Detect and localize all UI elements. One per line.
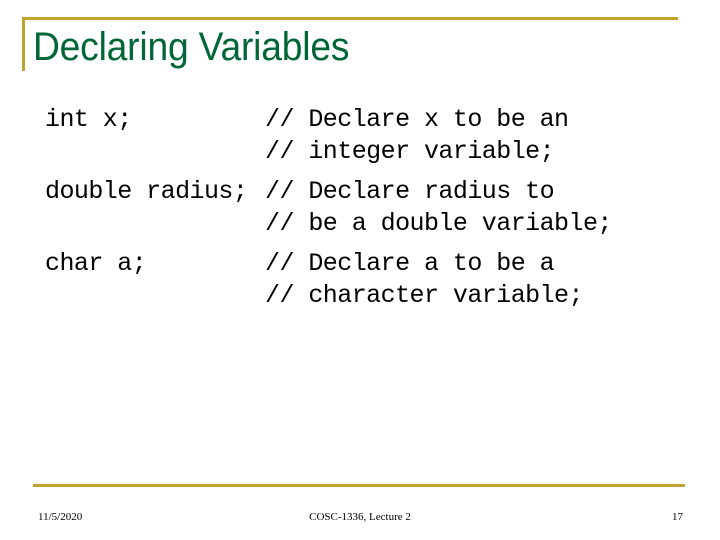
code-listing: int x; // Declare x to be an // integer … — [45, 104, 685, 320]
code-row: char a; // Declare a to be a — [45, 248, 685, 280]
code-comment: // be a double variable; — [265, 208, 612, 238]
title-accent-rule-horizontal — [22, 17, 678, 20]
code-row: // be a double variable; — [45, 208, 685, 240]
code-row: double radius; // Declare radius to — [45, 176, 685, 208]
code-block: char a; // Declare a to be a // characte… — [45, 248, 685, 311]
code-comment: // character variable; — [265, 280, 584, 310]
code-row: // character variable; — [45, 280, 685, 312]
footer-page-number: 17 — [672, 511, 683, 523]
slide: Declaring Variables int x; // Declare x … — [0, 0, 720, 540]
page-title: Declaring Variables — [33, 25, 350, 69]
footer-divider — [33, 484, 685, 487]
title-accent-rule-vertical — [22, 17, 25, 71]
code-declaration: char a; — [45, 249, 147, 278]
code-comment: // Declare a to be a — [265, 249, 555, 278]
code-comment: // integer variable; — [265, 136, 555, 166]
code-row: // integer variable; — [45, 136, 685, 168]
code-comment: // Declare x to be an — [265, 105, 569, 134]
code-declaration: double radius; — [45, 177, 248, 206]
code-block: int x; // Declare x to be an // integer … — [45, 104, 685, 167]
code-block: double radius; // Declare radius to // b… — [45, 176, 685, 239]
code-row: int x; // Declare x to be an — [45, 104, 685, 136]
code-comment: // Declare radius to — [265, 177, 555, 206]
code-declaration: int x; — [45, 105, 132, 134]
